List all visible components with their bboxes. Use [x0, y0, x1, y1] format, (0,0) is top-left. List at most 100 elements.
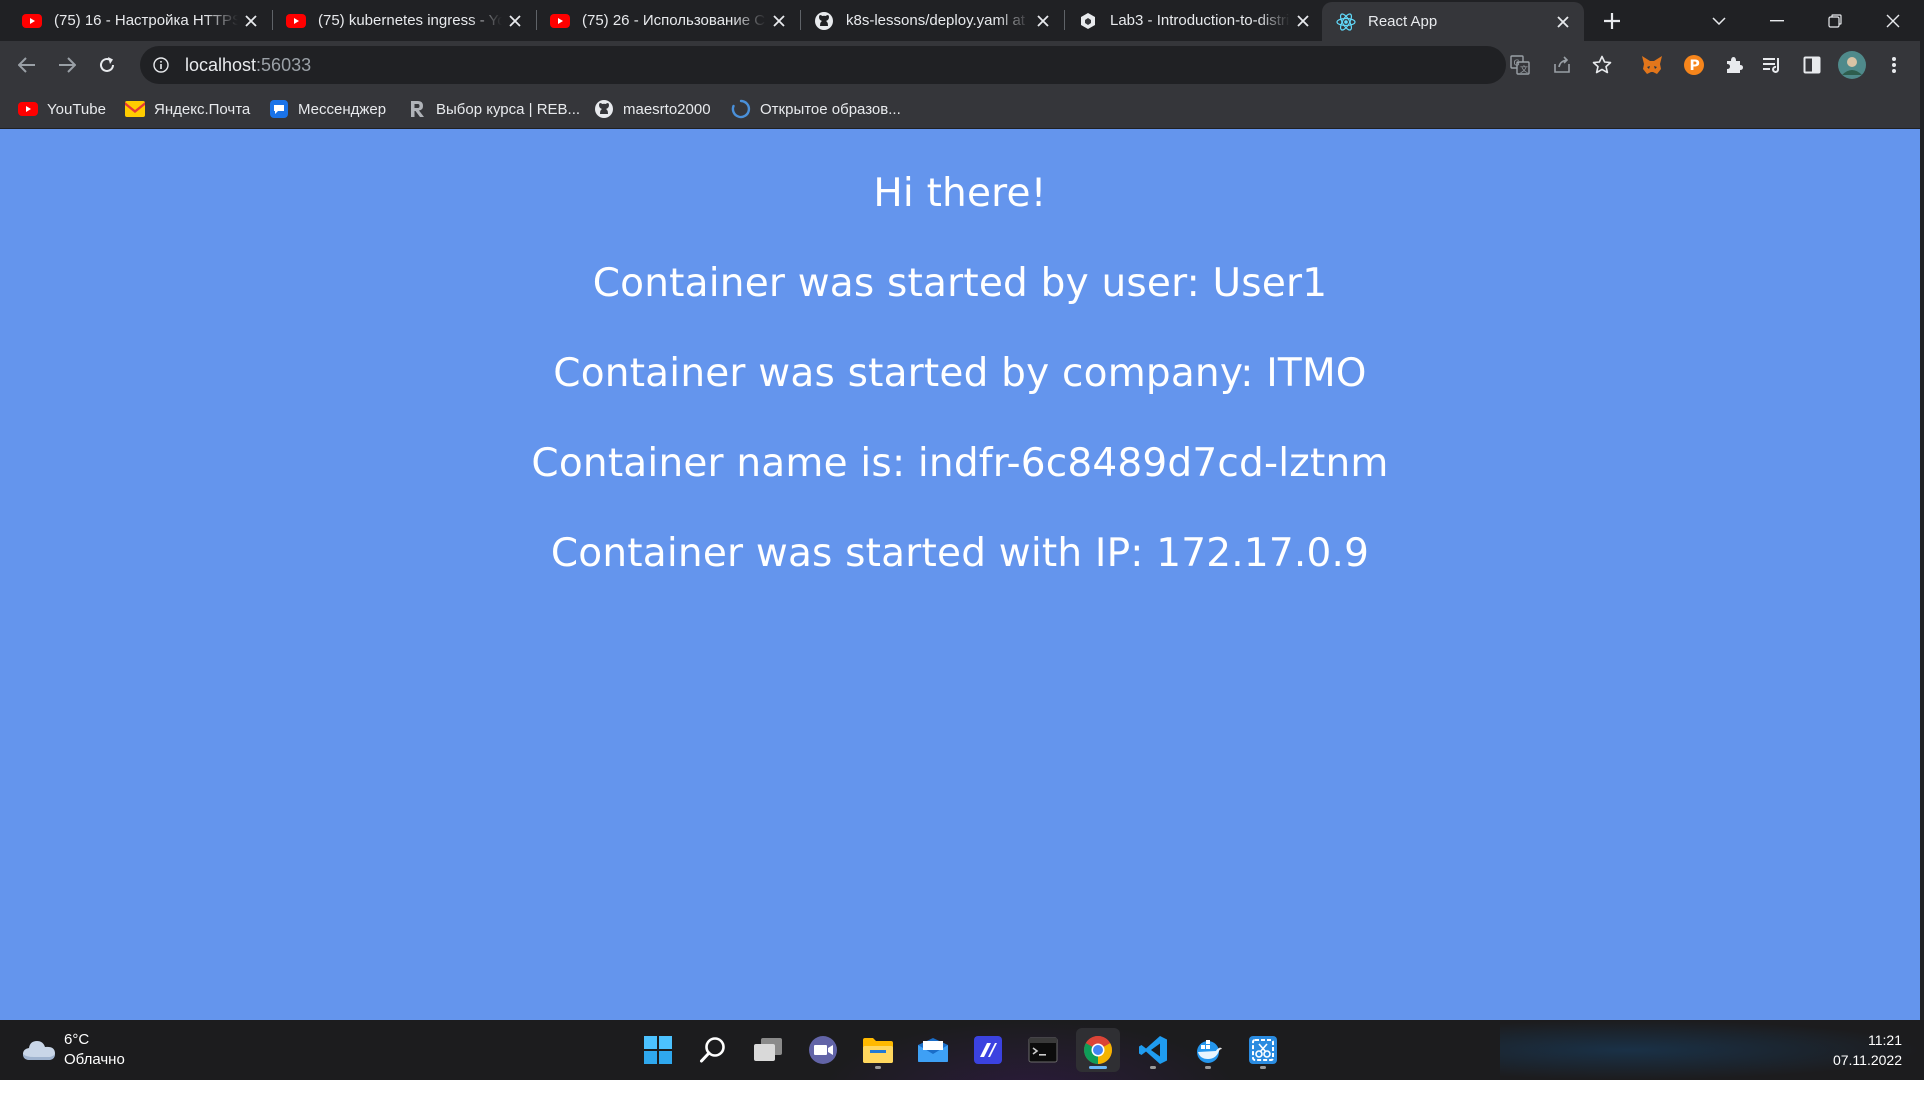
cloud-icon [23, 1041, 55, 1060]
container-ip-text: Container was started with IP: 172.17.0.… [550, 531, 1370, 576]
url-port: :56033 [256, 54, 312, 75]
close-icon[interactable] [1290, 8, 1316, 34]
messenger-icon [269, 99, 289, 119]
close-icon[interactable] [238, 8, 264, 34]
bookmark-github[interactable]: maesrto2000 [594, 96, 711, 122]
page-content: Hi there! Container was started by user:… [0, 129, 1920, 577]
bookmark-label: Открытое образов... [760, 100, 901, 118]
running-indicator [875, 1066, 881, 1069]
media-playlist-icon[interactable] [1754, 47, 1790, 83]
bookmark-label: Яндекс.Почта [154, 100, 251, 118]
docker-icon[interactable] [1186, 1028, 1230, 1072]
bookmark-youtube[interactable]: YouTube [18, 96, 106, 122]
windows-start-icon[interactable] [636, 1028, 680, 1072]
terminal-icon[interactable] [1021, 1028, 1065, 1072]
profile-avatar[interactable] [1834, 47, 1870, 83]
chrome-icon[interactable] [1076, 1028, 1120, 1072]
bookmark-label: maesrto2000 [623, 100, 711, 118]
running-indicator [1150, 1066, 1156, 1069]
bookmark-label: YouTube [47, 100, 106, 118]
youtube-icon [550, 11, 570, 31]
vscode-icon[interactable] [1131, 1028, 1175, 1072]
tab-title: (75) 16 - Настройка HTTPS [54, 12, 238, 29]
new-tab-button[interactable] [1596, 5, 1628, 37]
tab-youtube-cert-manager[interactable]: (75) 26 - Использование Cert-Manager [528, 0, 800, 41]
file-explorer-icon[interactable] [856, 1028, 900, 1072]
site-info-icon[interactable] [150, 54, 172, 76]
reb-icon [407, 99, 427, 119]
container-name-text: Container name is: indfr-6c8489d7cd-lztn… [531, 441, 1389, 486]
mail-icon[interactable] [911, 1028, 955, 1072]
bookmark-reb[interactable]: Выбор курса | REB... [407, 96, 580, 122]
close-window-button[interactable] [1864, 0, 1922, 41]
tab-youtube-ingress[interactable]: (75) kubernetes ingress - YouTube [264, 0, 536, 41]
notion-icon [1078, 11, 1098, 31]
svg-text:G: G [1514, 59, 1520, 68]
visual-studio-icon[interactable] [966, 1028, 1010, 1072]
running-indicator [1260, 1066, 1266, 1069]
bookmark-label: Мессенджер [298, 100, 387, 118]
translate-icon[interactable]: G文 [1502, 47, 1538, 83]
tab-react-app[interactable]: React App [1322, 2, 1584, 41]
snipping-tool-icon[interactable] [1241, 1028, 1285, 1072]
window-edge [1920, 41, 1924, 1063]
youtube-icon [22, 11, 42, 31]
weather-widget[interactable]: 6°C Облачно [22, 1030, 125, 1070]
extension-coin-icon[interactable]: P [1676, 47, 1712, 83]
github-icon [814, 11, 834, 31]
task-view-icon[interactable] [746, 1028, 790, 1072]
weather-temp: 6°C [64, 1031, 90, 1048]
tab-title: (75) 26 - Использование Cert-Manager [582, 12, 766, 29]
bookmarks-bar: YouTube Яндекс.Почта Мессенджер Выбор ку… [0, 88, 1924, 129]
bookmark-star-icon[interactable] [1584, 47, 1620, 83]
bookmark-messenger[interactable]: Мессенджер [269, 96, 386, 122]
greeting-text: Hi there! [873, 171, 1047, 216]
clock-date: 07.11.2022 [1832, 1052, 1902, 1068]
active-indicator [1089, 1066, 1107, 1069]
tab-strip: (75) 16 - Настройка HTTPS (75) kubernete… [0, 0, 1924, 41]
side-panel-icon[interactable] [1794, 47, 1830, 83]
chrome-menu-icon[interactable] [1876, 47, 1912, 83]
close-icon[interactable] [502, 8, 528, 34]
svg-text:文: 文 [1520, 64, 1528, 74]
close-icon[interactable] [1550, 9, 1576, 35]
share-icon[interactable] [1544, 47, 1580, 83]
back-button[interactable] [9, 47, 45, 83]
close-icon[interactable] [1030, 8, 1056, 34]
search-icon[interactable] [691, 1028, 735, 1072]
windows-taskbar: 6°C Облачно 11:21 07.11.2022 [0, 1020, 1924, 1080]
github-icon [594, 99, 614, 119]
loading-icon [731, 99, 751, 119]
weather-condition: Облачно [64, 1051, 125, 1068]
youtube-icon [18, 99, 38, 119]
bookmark-yandex-mail[interactable]: Яндекс.Почта [125, 96, 250, 122]
address-bar[interactable]: localhost:56033 [140, 46, 1506, 84]
started-by-user-text: Container was started by user: User1 [592, 261, 1328, 306]
extensions-puzzle-icon[interactable] [1716, 47, 1752, 83]
browser-toolbar: localhost:56033 G文 P [0, 41, 1924, 88]
reload-button[interactable] [89, 47, 125, 83]
running-indicator [1205, 1066, 1211, 1069]
youtube-icon [286, 11, 306, 31]
tab-lab3[interactable]: Lab3 - Introduction-to-distributed [1056, 0, 1324, 41]
restore-button[interactable] [1806, 0, 1864, 41]
tab-github-deploy[interactable]: k8s-lessons/deploy.yaml at main [792, 0, 1064, 41]
bookmark-label: Выбор курса | REB... [436, 100, 581, 118]
url-text[interactable]: localhost:56033 [185, 55, 311, 76]
system-clock[interactable]: 11:21 07.11.2022 [1833, 1030, 1902, 1070]
react-app-page: Hi there! Container was started by user:… [0, 129, 1920, 1020]
screen-bottom-margin [0, 1080, 1924, 1112]
close-icon[interactable] [766, 8, 792, 34]
teams-chat-icon[interactable] [801, 1028, 845, 1072]
minimize-button[interactable] [1748, 0, 1806, 41]
tab-title: Lab3 - Introduction-to-distributed [1110, 12, 1290, 29]
metamask-icon[interactable] [1634, 47, 1670, 83]
started-by-company-text: Container was started by company: ITMO [553, 351, 1367, 396]
url-host: localhost [185, 54, 257, 75]
tab-title: (75) kubernetes ingress - YouTube [318, 12, 502, 29]
bookmark-open-education[interactable]: Открытое образов... [731, 96, 901, 122]
forward-button[interactable] [49, 47, 85, 83]
clock-time: 11:21 [1868, 1032, 1902, 1048]
tab-youtube-https[interactable]: (75) 16 - Настройка HTTPS [0, 0, 272, 41]
tab-search-button[interactable] [1690, 0, 1748, 41]
